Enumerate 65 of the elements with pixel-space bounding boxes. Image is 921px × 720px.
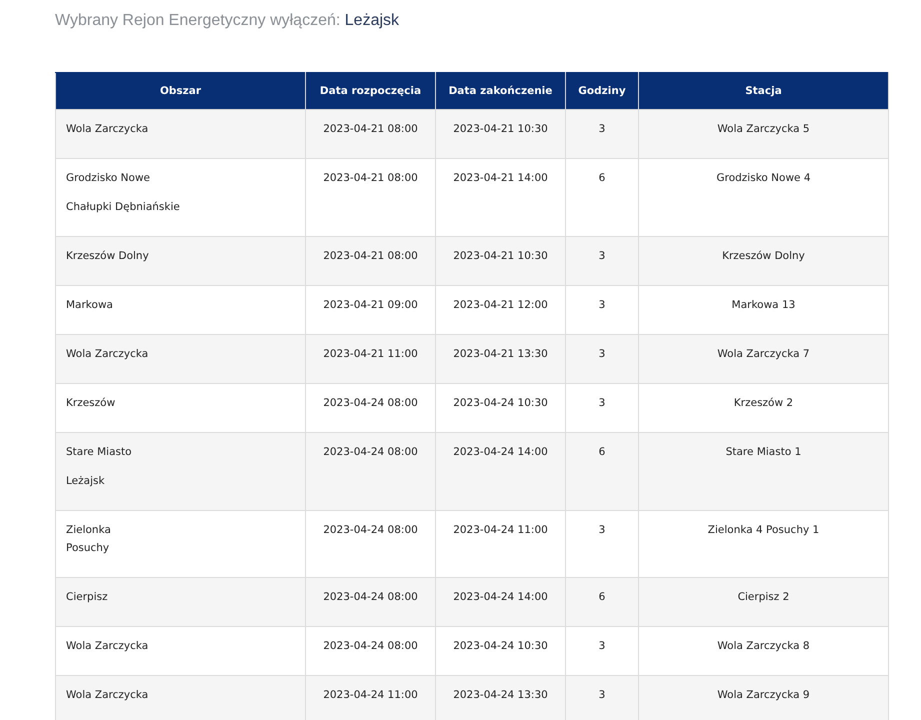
end-date-cell: 2023-04-24 10:30 <box>453 640 548 652</box>
station-cell: Wola Zarczycka 7 <box>717 348 810 360</box>
end-date-cell: 2023-04-21 14:00 <box>453 172 548 184</box>
column-header: Obszar <box>56 72 306 110</box>
area-name: Cierpisz <box>66 590 108 605</box>
end-date-cell: 2023-04-21 13:30 <box>453 348 548 360</box>
end-date-cell: 2023-04-24 14:00 <box>453 591 548 603</box>
area-name: Grodzisko Nowe <box>66 171 150 186</box>
area-name: Stare Miasto <box>66 445 132 460</box>
area-name: Wola Zarczycka <box>66 122 148 137</box>
station-cell: Cierpisz 2 <box>738 591 790 603</box>
column-header: Data zakończenie <box>436 72 566 110</box>
start-date-cell: 2023-04-24 08:00 <box>323 640 418 652</box>
area-name: Posuchy <box>66 541 110 556</box>
hours-cell: 3 <box>598 299 606 311</box>
station-cell: Wola Zarczycka 8 <box>717 640 810 652</box>
hours-cell: 3 <box>598 397 606 409</box>
station-cell: Grodzisko Nowe 4 <box>716 172 811 184</box>
start-date-cell: 2023-04-24 08:00 <box>323 397 418 409</box>
hours-cell: 3 <box>598 348 606 360</box>
station-cell: Wola Zarczycka 5 <box>717 123 810 135</box>
station-cell: Krzeszów 2 <box>734 397 794 409</box>
start-date-cell: 2023-04-24 08:00 <box>323 446 418 458</box>
area-name: Zielonka <box>66 523 111 538</box>
end-date-cell: 2023-04-21 10:30 <box>453 250 548 262</box>
column-header: Data rozpoczęcia <box>306 72 436 110</box>
end-date-cell: 2023-04-24 14:00 <box>453 446 548 458</box>
station-cell: Wola Zarczycka 9 <box>717 689 810 701</box>
column-header: Godziny <box>566 72 638 110</box>
start-date-cell: 2023-04-21 08:00 <box>323 123 418 135</box>
area-name: Krzeszów Dolny <box>66 249 149 264</box>
hours-cell: 3 <box>598 524 606 536</box>
station-cell: Zielonka 4 Posuchy 1 <box>708 524 820 536</box>
start-date-cell: 2023-04-24 08:00 <box>323 524 418 536</box>
region-name: Leżajsk <box>344 12 400 29</box>
hours-cell: 6 <box>598 446 606 458</box>
area-name: Krzeszów <box>66 396 116 411</box>
start-date-cell: 2023-04-24 08:00 <box>323 591 418 603</box>
area-name: Wola Zarczycka <box>66 688 148 703</box>
start-date-cell: 2023-04-21 08:00 <box>323 250 418 262</box>
area-name: Chałupki Dębniańskie <box>66 200 180 215</box>
end-date-cell: 2023-04-21 10:30 <box>453 123 548 135</box>
end-date-cell: 2023-04-21 12:00 <box>453 299 548 311</box>
hours-cell: 6 <box>598 172 606 184</box>
end-date-cell: 2023-04-24 13:30 <box>453 689 548 701</box>
hours-cell: 3 <box>598 123 606 135</box>
station-cell: Krzeszów Dolny <box>722 250 805 262</box>
end-date-cell: 2023-04-24 11:00 <box>453 524 548 536</box>
hours-cell: 6 <box>598 591 606 603</box>
start-date-cell: 2023-04-21 09:00 <box>323 299 418 311</box>
hours-cell: 3 <box>598 689 606 701</box>
heading-label: Wybrany Rejon Energetyczny wyłączeń: <box>55 12 340 29</box>
area-name: Wola Zarczycka <box>66 347 148 362</box>
area-name: Leżajsk <box>66 474 105 489</box>
start-date-cell: 2023-04-24 11:00 <box>323 689 418 701</box>
start-date-cell: 2023-04-21 08:00 <box>323 172 418 184</box>
hours-cell: 3 <box>598 250 606 262</box>
area-name: Wola Zarczycka <box>66 639 148 654</box>
start-date-cell: 2023-04-21 11:00 <box>323 348 418 360</box>
area-name: Markowa <box>66 298 113 313</box>
end-date-cell: 2023-04-24 10:30 <box>453 397 548 409</box>
station-cell: Markowa 13 <box>732 299 796 311</box>
column-header: Stacja <box>638 72 888 110</box>
hours-cell: 3 <box>598 640 606 652</box>
station-cell: Stare Miasto 1 <box>726 446 802 458</box>
